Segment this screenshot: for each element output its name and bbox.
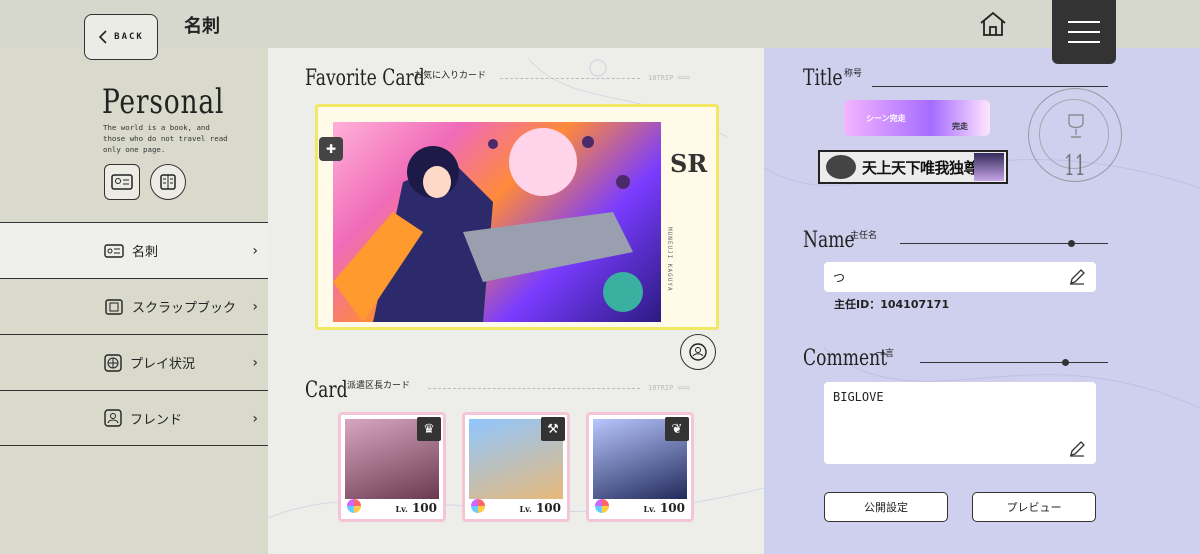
drill-icon: ⚒ (541, 417, 565, 441)
card-slot-2[interactable]: ⚒ Lv. 100 (462, 412, 570, 522)
badge-number: 11 (1064, 149, 1086, 182)
sidebar-item-scrapbook[interactable]: スクラップブック › (0, 278, 268, 334)
comment-value: BIGLOVE (833, 390, 884, 404)
preview-button[interactable]: プレビュー (972, 492, 1096, 522)
sidebar-item-play-status[interactable]: プレイ状況 › (0, 334, 268, 390)
menu-line (1068, 31, 1100, 33)
name-value: つ (833, 271, 846, 285)
logo-icon (347, 499, 361, 513)
emblem-icon (826, 155, 856, 179)
favorite-badge-icon: ✚ (319, 137, 343, 161)
ultimate-title-badge: 11 (1028, 88, 1122, 182)
book-icon (160, 174, 176, 190)
sidebar-item-namecard[interactable]: 名刺 › (0, 222, 268, 278)
back-label: BACK (114, 32, 144, 42)
plate-badge: 完走 (952, 122, 968, 131)
divider (428, 388, 640, 389)
divider (500, 78, 640, 79)
leaf-icon: ❦ (665, 417, 689, 441)
card-level: Lv. 100 (643, 501, 685, 515)
logo-icon (471, 499, 485, 513)
sidebar-nav: 名刺 › スクラップブック › プレイ状況 › フレンド › (0, 222, 268, 446)
chevron-right-icon: › (252, 243, 258, 259)
sidebar-item-label: プレイ状況 (130, 357, 196, 372)
favorite-card-subtitle: お気に入りカード (414, 71, 487, 81)
sidebar: Personal The world is a book, and those … (0, 48, 268, 554)
edit-pencil-icon[interactable] (1068, 268, 1086, 286)
plate-portrait (974, 153, 1004, 181)
sidebar-item-friend[interactable]: フレンド › (0, 390, 268, 446)
edit-pencil-icon[interactable] (1068, 440, 1086, 458)
card-section-title: Card (305, 378, 348, 403)
profile-panel: Title 称号 シーン完走 完走 天上天下唯我独尊 11 Name 主任名 つ… (764, 48, 1200, 554)
card-section: Favorite Card お気に入りカード 10TRIP === ✚ SR M… (268, 48, 764, 554)
card-level: Lv. 100 (519, 501, 561, 515)
chevron-right-icon: › (252, 355, 258, 371)
title-plate-main[interactable]: 天上天下唯我独尊 (818, 150, 1008, 184)
top-bar (0, 0, 1200, 48)
trip-label: 10TRIP === (648, 384, 691, 392)
sidebar-item-label: フレンド (130, 412, 183, 428)
favorite-card-title: Favorite Card (305, 66, 425, 91)
title-label: Title (803, 66, 843, 91)
menu-line (1068, 41, 1100, 43)
page-title: 名刺 (184, 16, 220, 37)
scrapbook-button[interactable] (150, 164, 186, 200)
title-sublabel: 称号 (844, 69, 863, 79)
name-field[interactable]: つ (824, 262, 1096, 292)
comment-sublabel: 一言 (876, 349, 895, 359)
card-character-name: MUNEUJI KAGUYA (666, 227, 673, 292)
chevron-right-icon: › (252, 299, 258, 315)
divider (900, 243, 1108, 244)
chevron-right-icon: › (252, 411, 258, 427)
divider (872, 86, 1108, 87)
card-level: Lv. 100 (395, 501, 437, 515)
card-slot-3[interactable]: ❦ Lv. 100 (586, 412, 694, 522)
name-sublabel: 主任名 (850, 231, 878, 241)
profile-card-button[interactable] (104, 164, 140, 200)
sidebar-title: Personal (102, 82, 225, 122)
plate-main-text: 天上天下唯我独尊 (862, 158, 979, 177)
logo-icon (595, 499, 609, 513)
chevron-left-icon (99, 30, 107, 44)
card-slot-1[interactable]: ♛ Lv. 100 (338, 412, 446, 522)
home-button[interactable] (978, 10, 1008, 38)
title-plate-small[interactable]: シーン完走 完走 (844, 100, 990, 136)
friend-icon (104, 409, 122, 427)
hamburger-menu-button[interactable] (1052, 0, 1116, 64)
sidebar-item-label: 名刺 (132, 245, 159, 260)
id-card-icon (111, 174, 133, 190)
divider (920, 362, 1108, 363)
favorite-card-art (333, 122, 661, 322)
trip-label: 10TRIP === (648, 74, 691, 82)
scrapbook-icon (105, 298, 123, 315)
menu-line (1068, 21, 1100, 23)
back-button[interactable]: BACK (84, 14, 158, 60)
character-illustration (333, 128, 643, 322)
comment-label: Comment (803, 346, 888, 371)
divider-dot (1068, 240, 1075, 247)
sidebar-description: The world is a book, and those who do no… (103, 123, 228, 154)
id-card-icon (104, 243, 124, 258)
favorite-card[interactable]: ✚ SR MUNEUJI KAGUYA (315, 104, 719, 330)
sidebar-item-label: スクラップブック (132, 301, 237, 316)
manager-id: 主任ID：104107171 (834, 298, 950, 311)
divider-dot (1062, 359, 1069, 366)
comment-field[interactable]: BIGLOVE (824, 382, 1096, 464)
home-icon (980, 11, 1006, 36)
plate-text: シーン完走 (866, 113, 906, 123)
globe-icon (104, 353, 122, 372)
card-section-subtitle: 派遣区長カード (347, 381, 411, 391)
crown-icon: ♛ (417, 417, 441, 441)
public-settings-button[interactable]: 公開設定 (824, 492, 948, 522)
change-favorite-button[interactable] (680, 334, 716, 370)
swap-icon (689, 343, 707, 361)
trophy-icon (1068, 114, 1084, 138)
rarity-label: SR (670, 149, 708, 178)
name-label: Name (803, 228, 855, 253)
